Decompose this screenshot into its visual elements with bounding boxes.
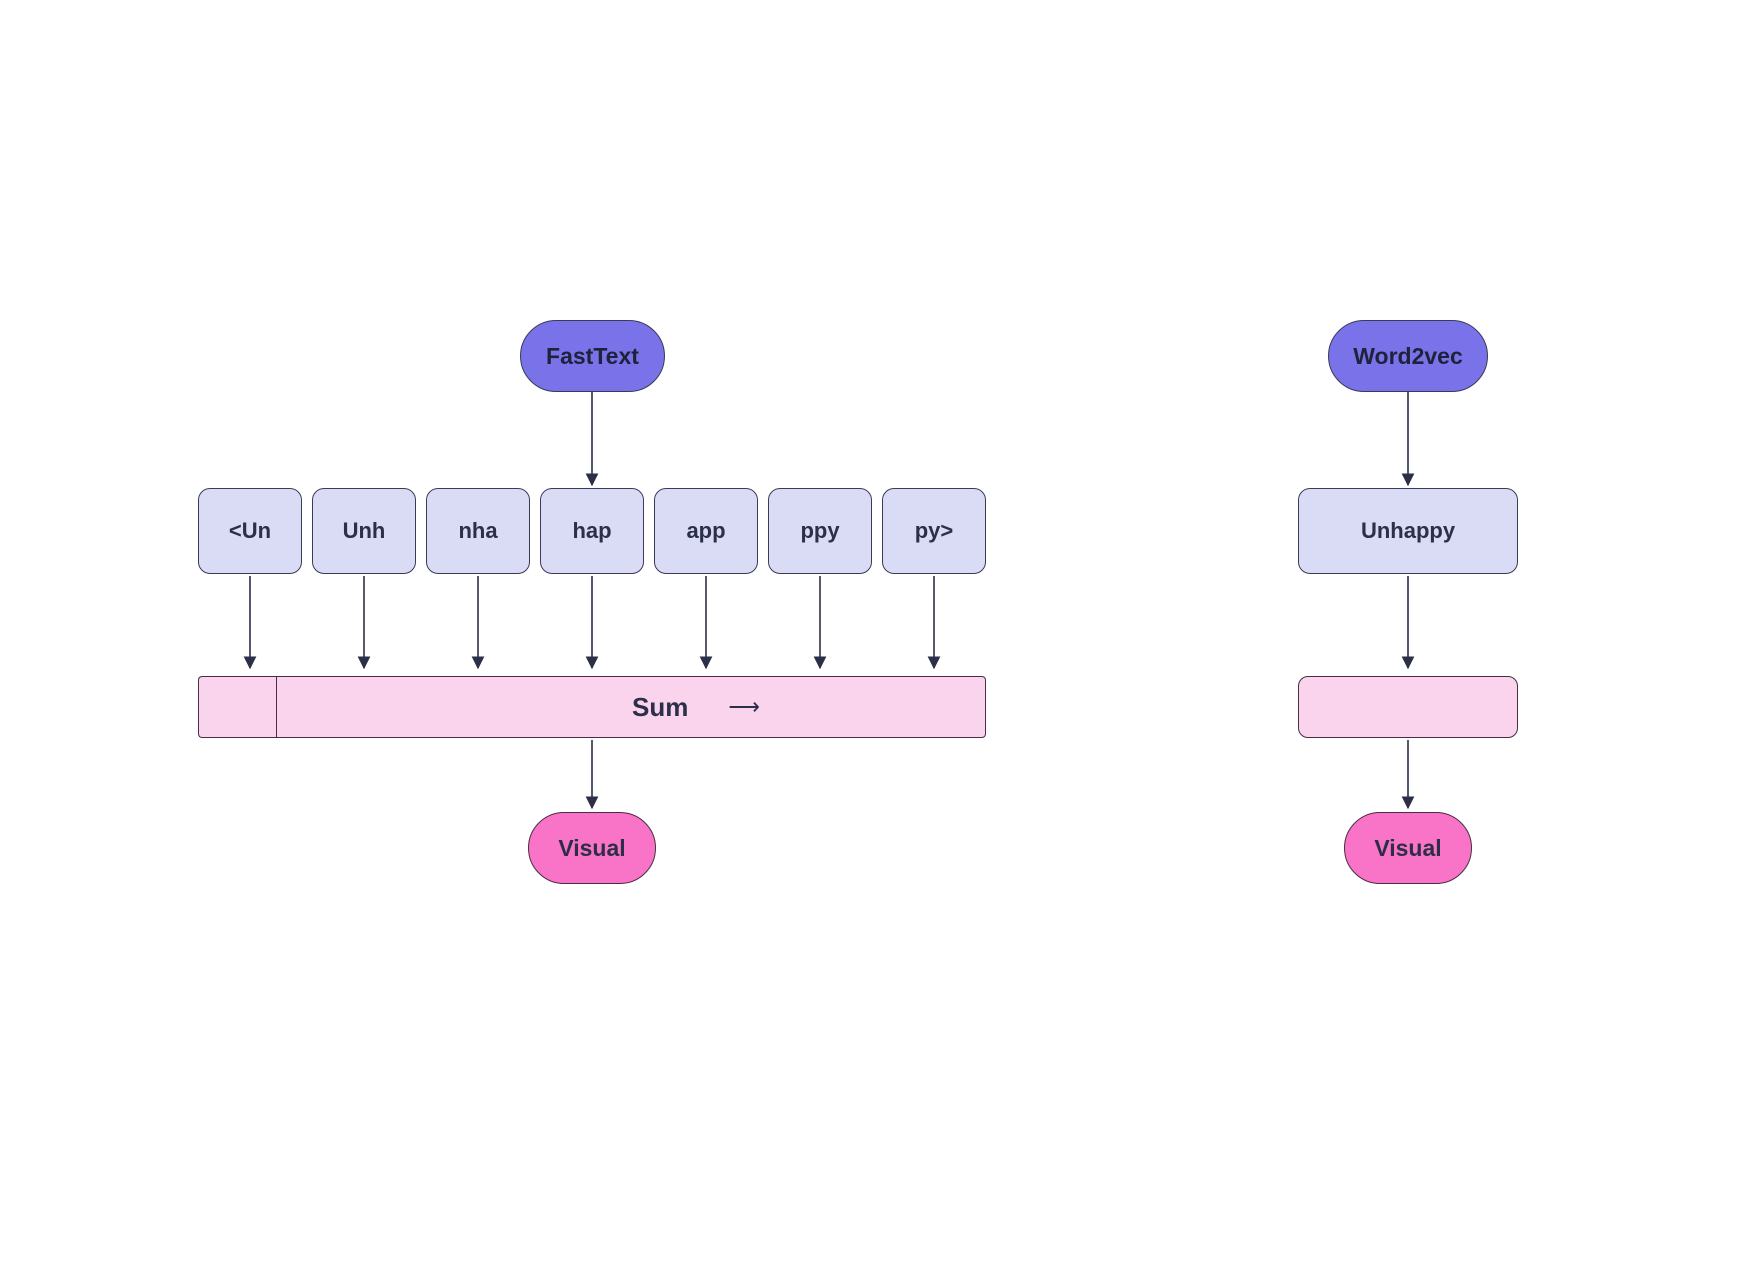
sum-label: Sum bbox=[632, 692, 688, 723]
sum-bar-left-segment bbox=[198, 676, 276, 738]
ngram-6-label: py> bbox=[915, 518, 954, 544]
embedding-box bbox=[1298, 676, 1518, 738]
ngram-0: <Un bbox=[198, 488, 302, 574]
word2vec-title-label: Word2vec bbox=[1353, 343, 1463, 370]
fasttext-output: Visual bbox=[528, 812, 656, 884]
ngram-1: Unh bbox=[312, 488, 416, 574]
diagram-canvas: FastText <Un Unh nha hap app ppy py> Sum… bbox=[0, 0, 1748, 1278]
ngram-3-label: hap bbox=[572, 518, 611, 544]
word2vec-output-label: Visual bbox=[1374, 835, 1441, 862]
ngram-5-label: ppy bbox=[800, 518, 839, 544]
word-box: Unhappy bbox=[1298, 488, 1518, 574]
sum-bar-main: Sum ⟶ bbox=[276, 676, 986, 738]
ngram-1-label: Unh bbox=[343, 518, 386, 544]
word2vec-title: Word2vec bbox=[1328, 320, 1488, 392]
ngram-4: app bbox=[654, 488, 758, 574]
arrow-right-icon: ⟶ bbox=[728, 696, 760, 718]
ngram-0-label: <Un bbox=[229, 518, 271, 544]
ngram-2-label: nha bbox=[458, 518, 497, 544]
word-box-label: Unhappy bbox=[1361, 518, 1455, 544]
ngram-2: nha bbox=[426, 488, 530, 574]
ngram-5: ppy bbox=[768, 488, 872, 574]
ngram-6: py> bbox=[882, 488, 986, 574]
edges-layer bbox=[0, 0, 1748, 1278]
ngram-4-label: app bbox=[686, 518, 725, 544]
ngram-3: hap bbox=[540, 488, 644, 574]
fasttext-output-label: Visual bbox=[558, 835, 625, 862]
fasttext-title: FastText bbox=[520, 320, 665, 392]
word2vec-output: Visual bbox=[1344, 812, 1472, 884]
fasttext-title-label: FastText bbox=[546, 343, 639, 370]
